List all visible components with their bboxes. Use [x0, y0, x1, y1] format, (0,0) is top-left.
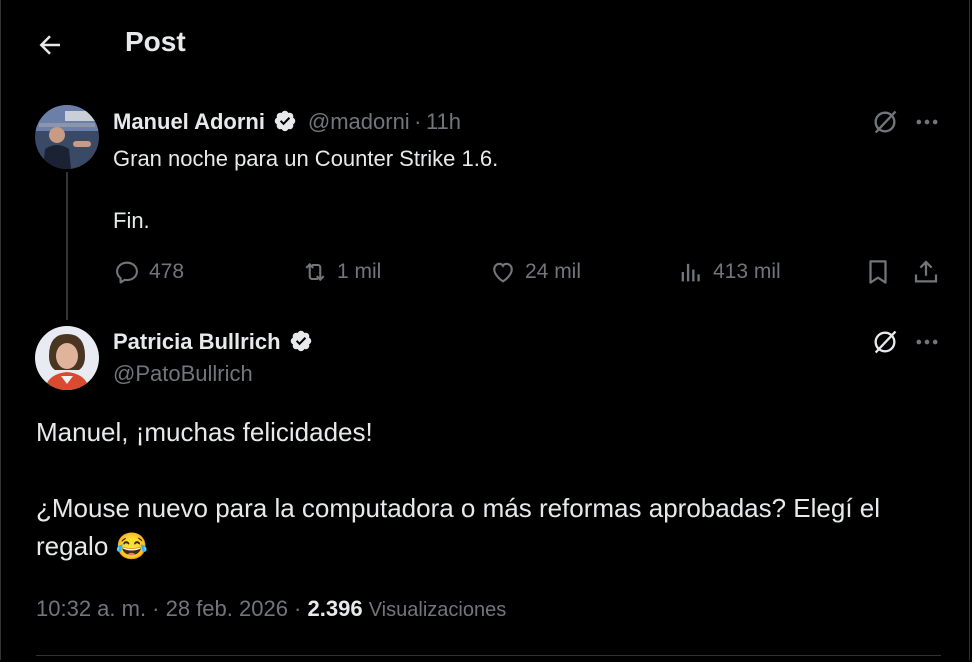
verified-badge-icon[interactable] — [289, 329, 313, 353]
divider — [36, 655, 941, 656]
views-chart-icon — [681, 263, 700, 282]
author-handle[interactable]: @PatoBullrich — [113, 361, 253, 387]
back-button[interactable] — [35, 28, 69, 62]
post-author-name-row: Patricia Bullrich — [113, 329, 313, 355]
post-text-line-2: ¿Mouse nuevo para la computadora o más r… — [36, 493, 881, 523]
reply-button[interactable]: 478 — [113, 256, 184, 288]
author-name[interactable]: Patricia Bullrich — [113, 329, 281, 354]
reply-to-text-line-2: Fin. — [113, 208, 150, 233]
like-count: 24 mil — [525, 260, 582, 283]
post-text-line-1: Manuel, ¡muchas felicidades! — [36, 417, 373, 447]
like-button[interactable]: 24 mil — [489, 256, 581, 288]
avatar-patricia-bullrich[interactable] — [35, 326, 99, 390]
reply-to-text-line-1: Gran noche para un Counter Strike 1.6. — [113, 146, 499, 171]
page-title: Post — [125, 26, 186, 57]
laughing-emoji-icon: 😂 — [115, 531, 148, 561]
bookmark-button[interactable] — [863, 257, 893, 287]
reply-icon — [116, 261, 138, 284]
grok-icon — [874, 330, 897, 354]
reply-count: 478 — [149, 260, 185, 283]
grok-button[interactable] — [871, 108, 899, 136]
avatar-manuel-adorni[interactable] — [35, 105, 99, 169]
more-dots-icon — [916, 119, 938, 125]
views-label: Visualizaciones — [368, 599, 507, 621]
grok-icon — [874, 110, 897, 134]
post-metadata: 10:32 a. m. · 28 feb. 2026 · 2.396 Visua… — [36, 596, 506, 622]
author-name[interactable]: Manuel Adorni — [113, 109, 265, 134]
more-options-button[interactable] — [913, 328, 941, 356]
top-bar: Post — [1, 0, 969, 88]
repost-icon — [305, 262, 325, 282]
separator-dot: · — [414, 109, 422, 134]
heart-icon — [493, 262, 513, 283]
repost-button[interactable]: 1 mil — [301, 256, 381, 288]
views-count: 413 mil — [713, 260, 781, 283]
thread-connector-line — [66, 172, 68, 320]
more-options-button[interactable] — [913, 108, 941, 136]
arrow-left-icon — [39, 35, 60, 55]
views-button[interactable]: 413 mil — [677, 256, 781, 288]
reply-to-header: Manuel Adorni @madorni · 11h — [113, 109, 461, 135]
share-button[interactable] — [911, 257, 941, 287]
views-total: 2.396 — [307, 596, 363, 621]
repost-count: 1 mil — [337, 260, 382, 283]
grok-button[interactable] — [871, 328, 899, 356]
post-timestamp[interactable]: 10:32 a. m. · 28 feb. 2026 · — [36, 596, 301, 621]
post-text-line-3: regalo 😂 — [36, 528, 148, 564]
post-time[interactable]: 11h — [426, 109, 461, 134]
more-dots-icon — [916, 339, 938, 345]
post-text-regalo: regalo — [36, 531, 109, 561]
post-detail-panel: Post Manuel Adorni @madorni · 11h Gran n… — [0, 0, 970, 660]
author-handle[interactable]: @madorni — [308, 109, 410, 134]
bookmark-icon — [869, 260, 887, 284]
verified-badge-icon[interactable] — [273, 109, 297, 133]
share-icon — [914, 260, 938, 283]
